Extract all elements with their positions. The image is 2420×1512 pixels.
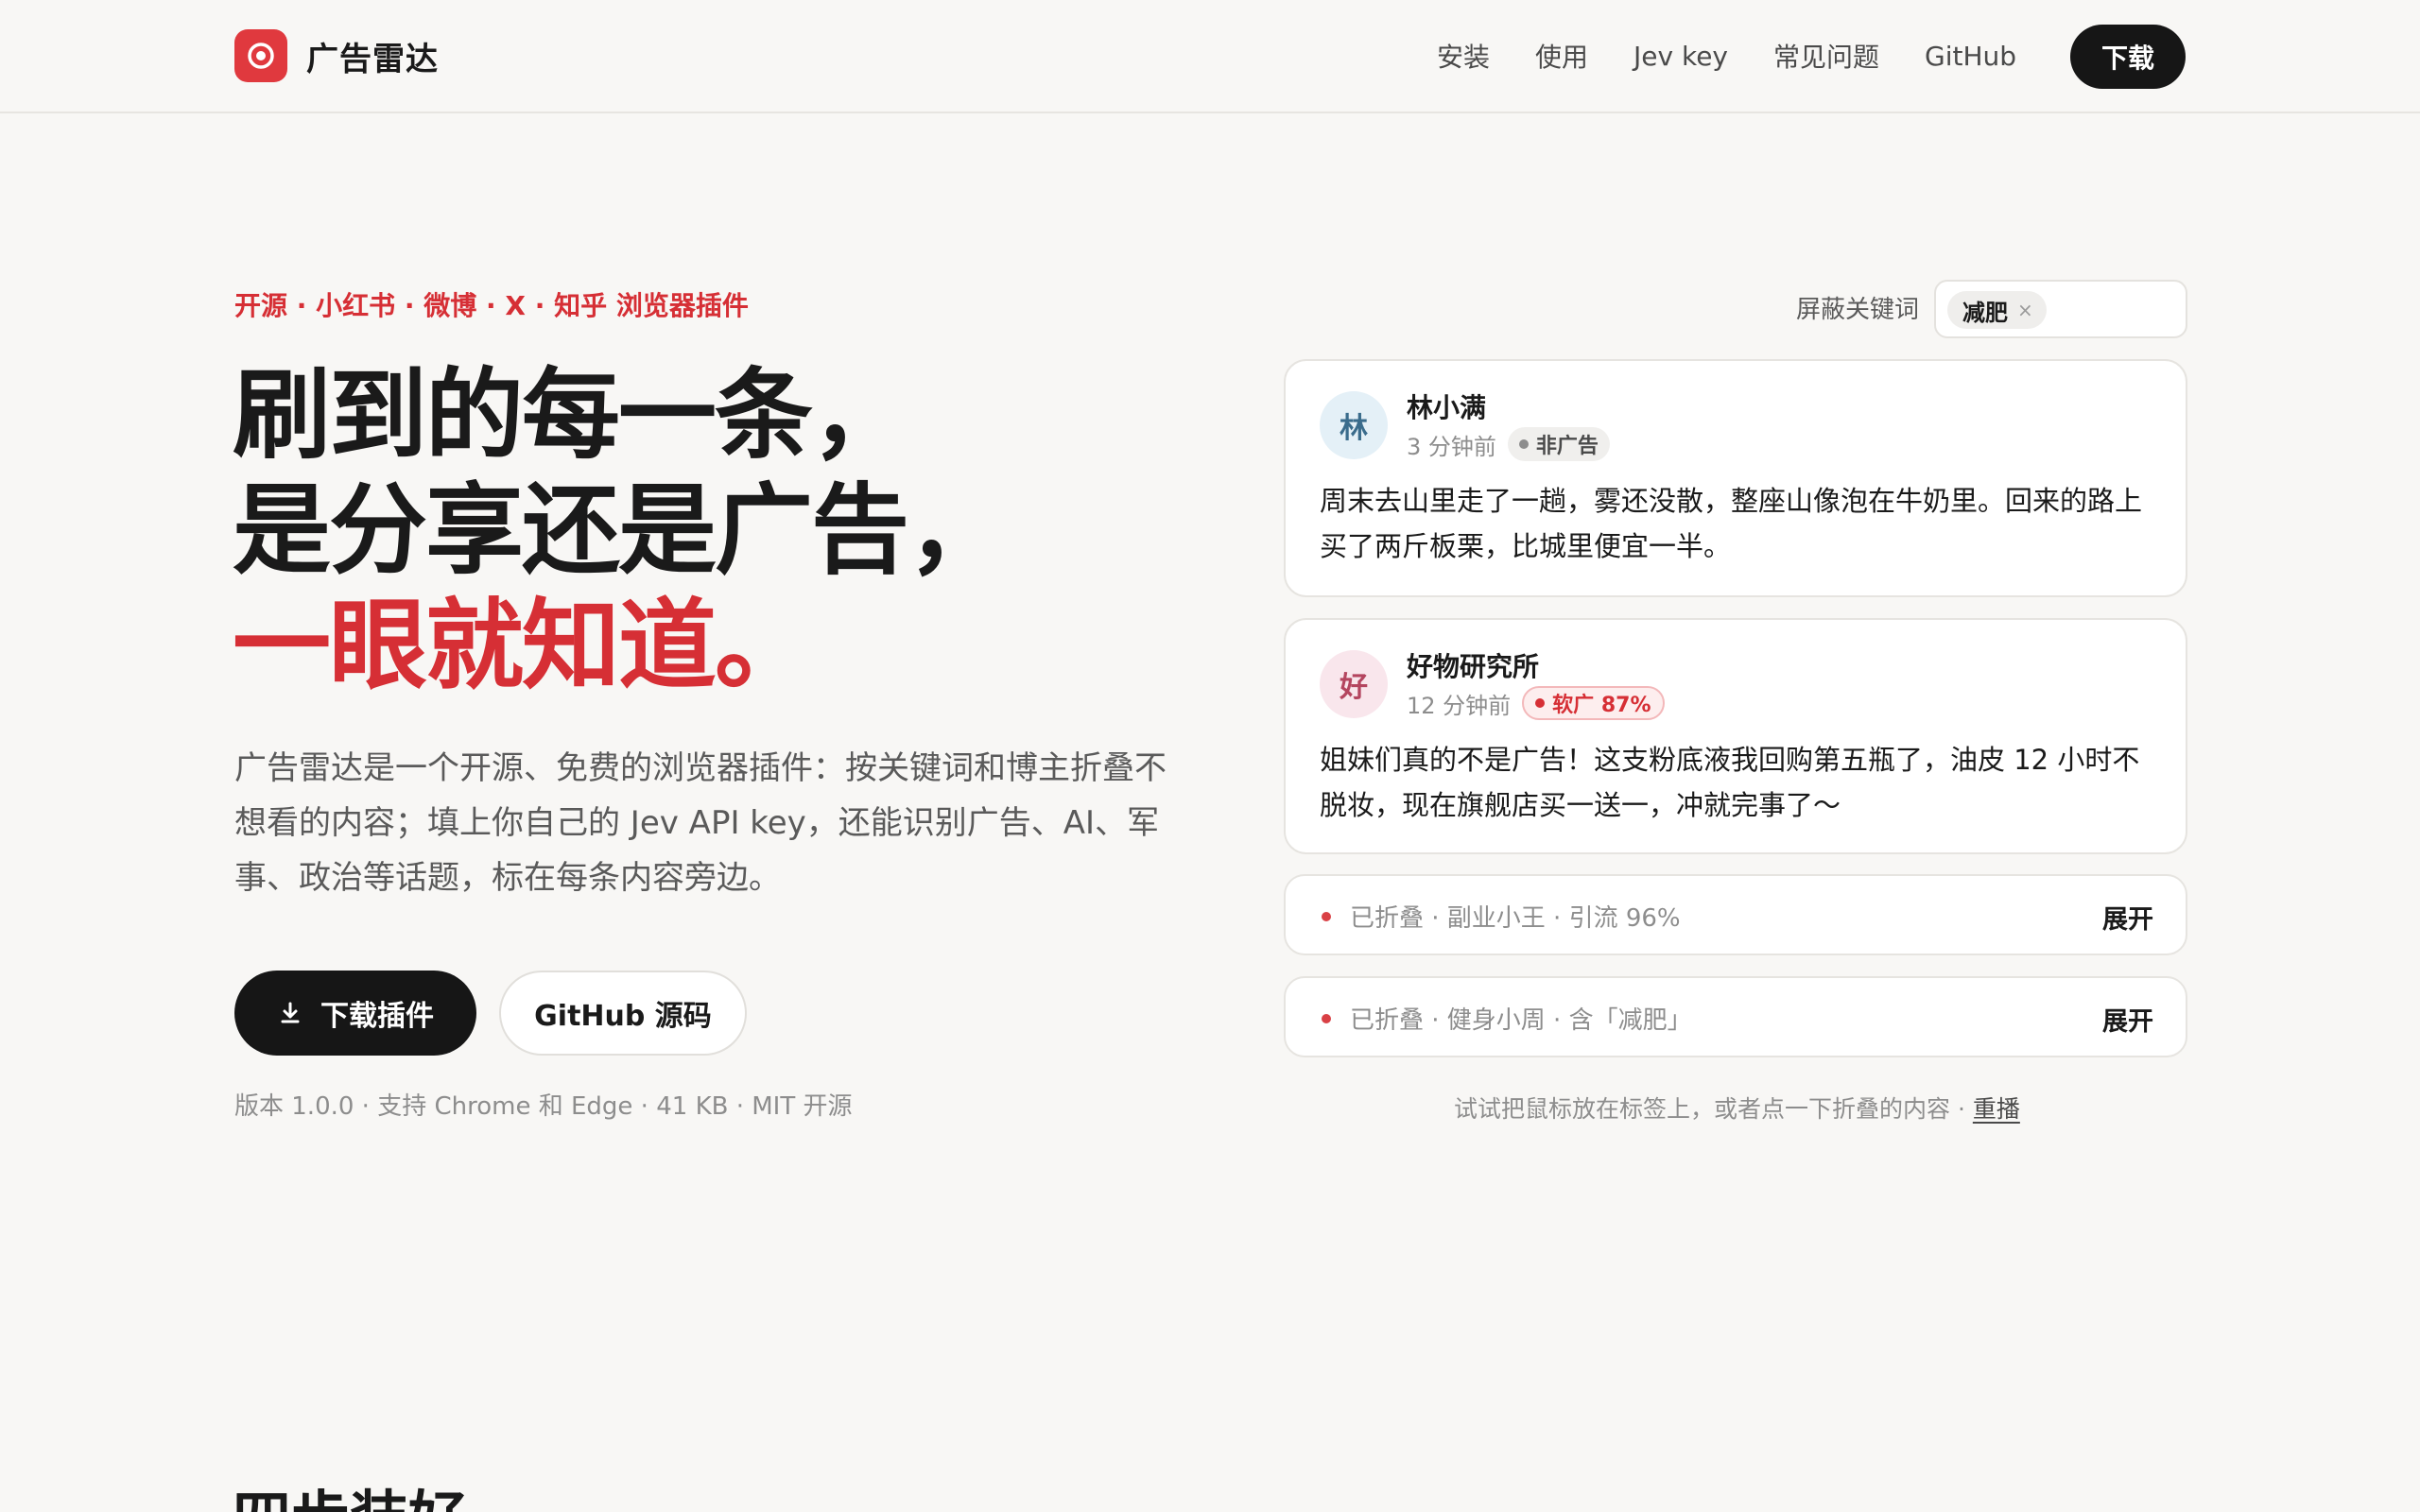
version-meta: 版本 1.0.0 · 支持 Chrome 和 Edge · 41 KB · MI… (234, 1092, 853, 1121)
close-icon[interactable]: × (2017, 299, 2033, 321)
nav-item-jev-key[interactable]: Jev key (1634, 41, 1728, 72)
download-plugin-label: 下载插件 (320, 1000, 434, 1033)
post-time: 12 分钟前 (1407, 692, 1512, 719)
keyword-filter-label: 屏蔽关键词 (1796, 296, 1920, 324)
brand[interactable]: 广告雷达 (234, 29, 439, 82)
post-meta: 12 分钟前 软广 87% (1407, 686, 1665, 720)
headline-line-2: 是分享还是广告， (233, 472, 1006, 588)
expand-button[interactable]: 展开 (2102, 899, 2153, 936)
headline-line-1: 刷到的每一条， (233, 357, 909, 472)
dot-icon (1322, 1014, 1331, 1023)
hero-description: 广告雷达是一个开源、免费的浏览器插件：按关键词和博主折叠不想看的内容；填上你自己… (234, 749, 1167, 897)
status-badge[interactable]: 非广告 (1507, 427, 1610, 461)
nav-item-usage[interactable]: 使用 (1535, 37, 1588, 75)
github-source-button[interactable]: GitHub 源码 (499, 971, 747, 1056)
ad-badge-label: 软广 87% (1552, 694, 1651, 717)
expand-button[interactable]: 展开 (2102, 1001, 2153, 1038)
folded-post-label: 已折叠 · 健身小周 · 含「减肥」 (1350, 1006, 1692, 1035)
status-badge-label: 非广告 (1535, 435, 1599, 458)
folded-post-label: 已折叠 · 副业小王 · 引流 96% (1350, 904, 1681, 933)
download-icon (277, 1000, 303, 1026)
post-author: 林小满 (1407, 392, 1487, 423)
replay-link[interactable]: 重播 (1973, 1095, 2020, 1123)
hero-headline: 刷到的每一条， 是分享还是广告， 一眼就知道。 (233, 357, 1006, 703)
avatar: 林 (1320, 391, 1388, 459)
keyword-chip-label: 减肥 (1962, 299, 2008, 326)
nav-item-install[interactable]: 安装 (1437, 37, 1490, 75)
main-nav: 安装 使用 Jev key 常见问题 GitHub (1437, 29, 2062, 82)
demo-hint: 试试把鼠标放在标签上，或者点一下折叠的内容 · 重播 (1454, 1091, 2020, 1125)
post-card: 林 林小满 3 分钟前 非广告 周末去山里走了一趟，雾还没散，整座山像泡在牛奶里… (1284, 359, 2187, 597)
post-text: 周末去山里走了一趟，雾还没散，整座山像泡在牛奶里。回来的路上买了两斤板栗，比城里… (1320, 485, 2143, 562)
headline-line-3: 一眼就知道。 (233, 588, 813, 703)
ad-badge[interactable]: 软广 87% (1522, 686, 1665, 720)
brand-name: 广告雷达 (306, 40, 439, 78)
post-time: 3 分钟前 (1407, 433, 1496, 460)
nav-download-button[interactable]: 下载 (2070, 25, 2186, 89)
avatar: 好 (1320, 650, 1388, 718)
nav-item-github[interactable]: GitHub (1925, 41, 2016, 72)
radar-icon (234, 29, 287, 82)
folded-post[interactable]: 已折叠 · 健身小周 · 含「减肥」 展开 (1284, 976, 2187, 1057)
download-plugin-button[interactable]: 下载插件 (234, 971, 476, 1056)
section-title: 四步装好 (233, 1470, 467, 1512)
folded-post[interactable]: 已折叠 · 副业小王 · 引流 96% 展开 (1284, 874, 2187, 955)
dot-icon (1322, 912, 1331, 921)
dot-icon (1518, 439, 1529, 449)
post-card: 好 好物研究所 12 分钟前 软广 87% 姐妹们真的不是广告！这支粉底液我回购… (1284, 618, 2187, 854)
post-text: 姐妹们真的不是广告！这支粉底液我回购第五瓶了，油皮 12 小时不脱妆，现在旗舰店… (1320, 744, 2140, 821)
post-author: 好物研究所 (1407, 651, 1540, 682)
demo-hint-text: 试试把鼠标放在标签上，或者点一下折叠的内容 · (1454, 1095, 1973, 1123)
top-navbar: 广告雷达 安装 使用 Jev key 常见问题 GitHub 下载 (0, 0, 2420, 113)
nav-item-faq[interactable]: 常见问题 (1773, 37, 1879, 75)
keyword-filter-input[interactable]: 减肥 × (1934, 280, 2187, 338)
dot-icon (1535, 698, 1546, 708)
keyword-chip[interactable]: 减肥 × (1947, 291, 2047, 329)
post-meta: 3 分钟前 非广告 (1407, 427, 1610, 461)
hero-eyebrow: 开源 · 小红书 · 微博 · X · 知乎 浏览器插件 (234, 290, 749, 321)
